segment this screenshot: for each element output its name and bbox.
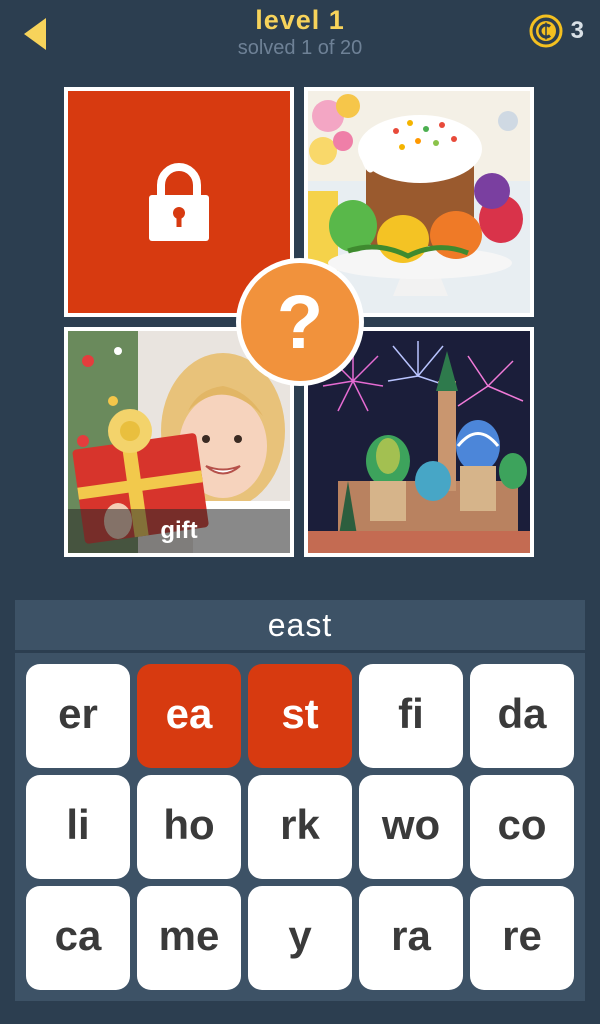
letter-tile-button[interactable]: ea (137, 664, 241, 768)
letter-tile-button[interactable]: st (248, 664, 352, 768)
level-header: level 1 solved 1 of 20 (150, 4, 450, 60)
back-arrow-icon (24, 18, 46, 50)
letter-tile-button[interactable]: me (137, 886, 241, 990)
letter-tile-button[interactable]: li (26, 775, 130, 879)
letter-tile-button[interactable]: re (470, 886, 574, 990)
level-title: level 1 (255, 5, 345, 35)
letter-tile-panel: er ea st fi da li ho rk wo co ca me y ra re (15, 653, 585, 1001)
letter-tile-button[interactable]: wo (359, 775, 463, 879)
letter-tile-button[interactable]: co (470, 775, 574, 879)
letter-tile-button[interactable]: er (26, 664, 130, 768)
game-screen: level 1 solved 1 of 20 3 gift ? east er … (0, 0, 600, 1024)
hint-label: gift (68, 509, 290, 553)
letter-tile-button[interactable]: ra (359, 886, 463, 990)
question-mark-badge[interactable]: ? (236, 258, 364, 386)
lock-icon (149, 163, 209, 241)
letter-tile-button[interactable]: rk (248, 775, 352, 879)
coin-counter[interactable]: 3 (529, 12, 584, 50)
letter-tile-button[interactable]: y (248, 886, 352, 990)
coin-icon (529, 14, 563, 48)
coin-count: 3 (570, 17, 584, 44)
answer-display: east (15, 600, 585, 652)
letter-tile-button[interactable]: ho (137, 775, 241, 879)
letter-tile-button[interactable]: da (470, 664, 574, 768)
letter-tile-button[interactable]: fi (359, 664, 463, 768)
back-button[interactable] (18, 14, 54, 54)
level-progress: solved 1 of 20 (237, 37, 363, 59)
letter-tile-button[interactable]: ca (26, 886, 130, 990)
